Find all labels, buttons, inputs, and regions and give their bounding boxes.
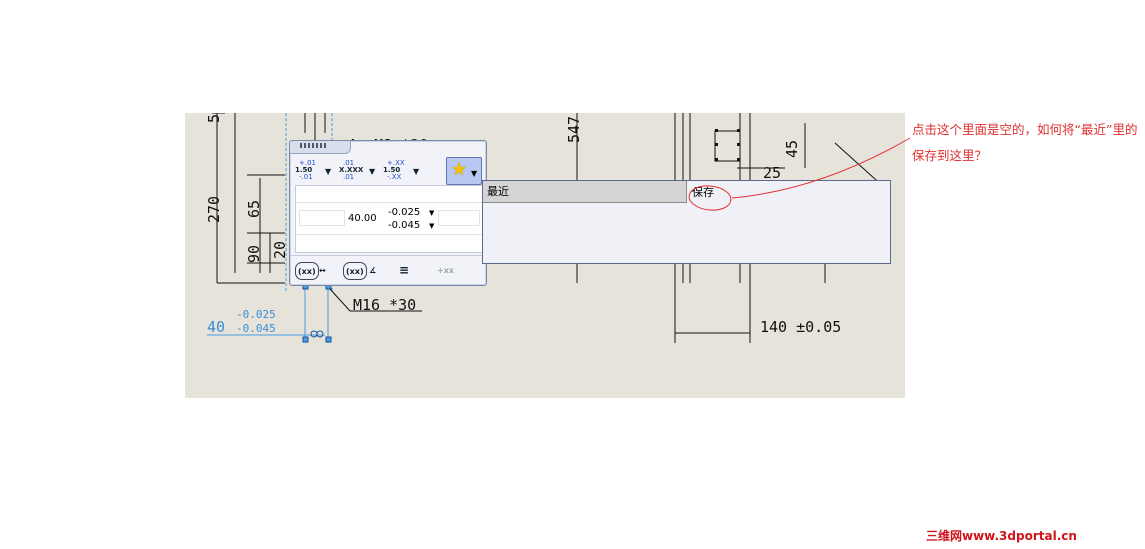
recent-menu-item[interactable]: 最近: [483, 181, 687, 203]
dim-547[interactable]: 547: [565, 116, 583, 143]
chevron-down-icon: ▼: [471, 169, 478, 178]
inspection-dimension-button[interactable]: (xx): [343, 262, 367, 280]
selected-dim-upper[interactable]: -0.025: [236, 308, 276, 321]
align-justify-button[interactable]: ≡: [399, 262, 409, 278]
annotation-note: 点击这个里面是空的，如何将“最近”里的保存到这里？: [912, 122, 1138, 163]
dim-90[interactable]: 90: [245, 245, 263, 263]
star-icon: ★: [451, 159, 468, 180]
chevron-down-icon: ▼: [369, 167, 376, 176]
prefix-field[interactable]: [296, 186, 482, 203]
stack-dimension-button[interactable]: +xx: [437, 262, 454, 278]
dimension-palette[interactable]: +.01 1.50 -.01 ▼ .01 X.XXX .01 ▼ +.XX 1.…: [289, 140, 487, 286]
lower-tolerance-value[interactable]: -0.045: [388, 220, 420, 231]
watermark-text: 三维网www.3dportal.cn: [926, 529, 1077, 543]
chevron-down-icon[interactable]: ▼: [429, 222, 434, 230]
favorites-dropdown[interactable]: 最近 保存: [482, 180, 891, 264]
dim-270[interactable]: 270: [205, 196, 223, 223]
chevron-down-icon: ▼: [325, 167, 332, 176]
tolerance-precision-button[interactable]: +.XX 1.50 -.XX ▼: [379, 156, 423, 182]
parenthesis-button[interactable]: (xx): [295, 262, 319, 280]
favorites-button[interactable]: ★ ▼: [446, 157, 482, 185]
dim-5[interactable]: 5: [205, 114, 223, 123]
palette-bottom-toolbar: (xx) ↔ (xx) ∡ ≡ +xx: [291, 255, 485, 284]
tolerance-type-button[interactable]: +.01 1.50 -.01 ▼: [291, 156, 335, 182]
palette-grip-handle[interactable]: [290, 141, 351, 154]
center-dimension-button[interactable]: ↔: [319, 262, 326, 278]
upper-tolerance-value[interactable]: -0.025: [388, 207, 420, 218]
precision-button[interactable]: .01 X.XXX .01 ▼: [335, 156, 379, 182]
dim-140[interactable]: 140 ±0.05: [760, 318, 841, 336]
dimension-text-editor[interactable]: 40.00 -0.025 ▼ -0.045 ▼: [295, 185, 483, 253]
selected-dim-nominal[interactable]: 40: [207, 318, 225, 336]
chevron-down-icon[interactable]: ▼: [429, 209, 434, 217]
nominal-value[interactable]: 40.00: [348, 213, 377, 224]
angle-dimension-button[interactable]: ∡: [369, 262, 376, 278]
save-menu-item[interactable]: 保存: [692, 184, 732, 202]
suffix-field[interactable]: [296, 234, 482, 251]
dim-20[interactable]: 20: [271, 241, 289, 259]
leading-text-field[interactable]: [299, 210, 345, 226]
chevron-down-icon: ▼: [413, 167, 420, 176]
dim-45[interactable]: 45: [783, 140, 801, 158]
selected-dim-lower[interactable]: -0.045: [236, 322, 276, 335]
dim-65[interactable]: 65: [245, 200, 263, 218]
trailing-text-field[interactable]: [438, 210, 480, 226]
